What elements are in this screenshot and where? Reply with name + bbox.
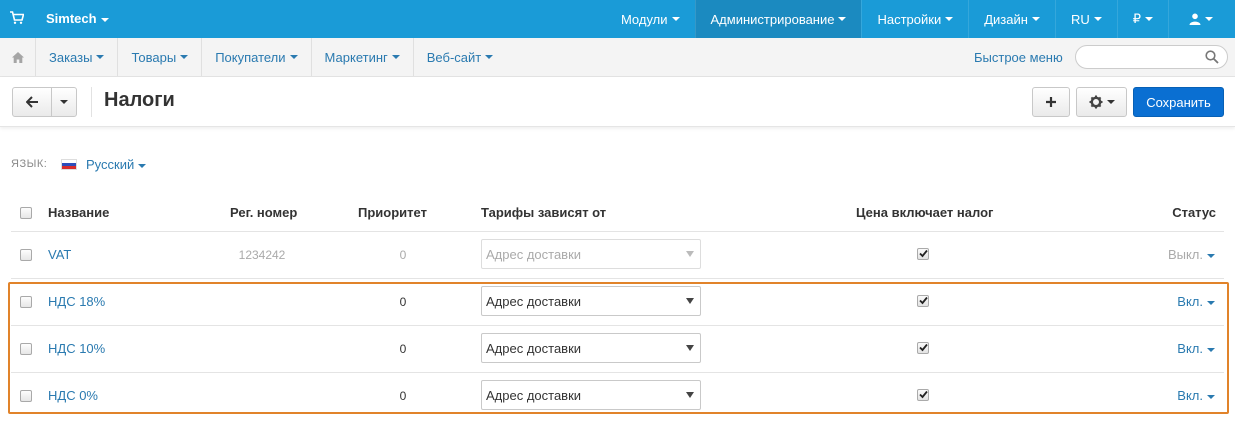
topnav-label: RU <box>1070 11 1090 27</box>
topnav-label: Модули <box>620 11 668 27</box>
topnav-label: Администрирование <box>710 11 835 27</box>
chevron-down-icon <box>1031 17 1040 21</box>
home-button[interactable] <box>0 38 36 76</box>
price-includes-tax-checkbox[interactable] <box>917 248 929 260</box>
quick-menu-link[interactable]: Быстрое меню <box>974 50 1063 65</box>
arrow-left-icon <box>25 96 38 108</box>
select-all-checkbox[interactable] <box>20 207 32 219</box>
user-icon <box>1189 13 1201 25</box>
chevron-down-icon <box>60 100 68 104</box>
chevron-down-icon <box>1205 17 1213 21</box>
chevron-down-icon <box>100 17 109 22</box>
gear-icon <box>1089 95 1102 109</box>
topnav-design[interactable]: Дизайн <box>968 0 1055 38</box>
chevron-down-icon <box>671 17 680 21</box>
language-selector[interactable]: Русский <box>86 157 147 172</box>
topnav-label: ₽ <box>1132 11 1141 26</box>
reg-number-value: 1234242 <box>238 248 286 262</box>
select-arrow-icon <box>686 251 694 257</box>
chevron-down-icon <box>838 17 847 21</box>
store-name: Simtech <box>46 11 97 26</box>
secondary-bar: Заказы Товары Покупатели Маркетинг Веб-с… <box>0 38 1235 77</box>
secondary-nav: Заказы Товары Покупатели Маркетинг Веб-с… <box>36 38 506 76</box>
russian-flag-icon <box>61 159 77 170</box>
save-button[interactable]: Сохранить <box>1133 87 1224 117</box>
nav-label: Маркетинг <box>324 49 388 65</box>
col-header-reg-number: Рег. номер <box>230 205 298 220</box>
status-value: Выкл. <box>1167 247 1203 262</box>
topnav-modules[interactable]: Модули <box>606 0 695 38</box>
highlight-frame <box>8 282 1229 414</box>
chevron-down-icon <box>1207 253 1215 258</box>
nav-label: Веб-сайт <box>426 49 482 65</box>
settings-button[interactable] <box>1076 87 1127 117</box>
nav-website[interactable]: Веб-сайт <box>414 38 506 76</box>
col-header-price-includes-tax: Цена включает налог <box>856 205 994 220</box>
table-divider <box>11 231 1224 232</box>
status-dropdown[interactable]: Выкл. <box>1168 247 1215 262</box>
chevron-down-icon <box>180 55 189 59</box>
topnav-administration[interactable]: Администрирование <box>694 0 862 38</box>
back-dropdown-button[interactable] <box>51 87 77 117</box>
topnav-settings[interactable]: Настройки <box>861 0 968 38</box>
language-value: Русский <box>86 157 135 172</box>
top-nav: Модули Администрирование Настройки Дизай… <box>606 0 1235 38</box>
topnav-user[interactable] <box>1168 0 1235 38</box>
select-value: Адрес доставки <box>486 247 582 262</box>
top-bar: Simtech Модули Администрирование Настрой… <box>0 0 1235 38</box>
nav-label: Покупатели <box>215 49 286 65</box>
table-divider <box>11 278 1224 279</box>
add-button[interactable] <box>1032 87 1070 117</box>
col-header-status: Статус <box>1172 205 1216 220</box>
back-button[interactable] <box>12 87 52 117</box>
rates-depend-select: Адрес доставки <box>481 239 701 269</box>
search-icon <box>1205 50 1219 64</box>
home-icon <box>11 51 24 63</box>
topnav-language[interactable]: RU <box>1054 0 1117 38</box>
col-header-name: Название <box>48 205 110 220</box>
nav-products[interactable]: Товары <box>118 38 203 76</box>
cart-icon[interactable] <box>10 11 24 25</box>
chevron-down-icon <box>945 17 954 21</box>
language-label: ЯЗЫК: <box>11 158 48 170</box>
toolbar-divider <box>91 87 92 117</box>
chevron-down-icon <box>289 55 298 59</box>
topnav-currency[interactable]: ₽ <box>1116 0 1168 38</box>
page-toolbar: Налоги Сохранить <box>0 77 1235 127</box>
nav-orders[interactable]: Заказы <box>36 38 119 76</box>
topnav-label: Дизайн <box>984 11 1028 27</box>
plus-icon <box>1046 97 1056 107</box>
nav-label: Заказы <box>49 49 93 65</box>
priority-value: 0 <box>399 248 407 262</box>
nav-label: Товары <box>131 49 177 65</box>
nav-customers[interactable]: Покупатели <box>202 38 312 76</box>
store-switcher[interactable]: Simtech <box>46 11 109 26</box>
col-header-priority: Приоритет <box>358 205 427 220</box>
chevron-down-icon <box>485 55 494 59</box>
tax-name-link[interactable]: VAT <box>48 247 71 262</box>
row-checkbox[interactable] <box>20 249 32 261</box>
chevron-down-icon <box>1106 100 1115 104</box>
nav-marketing[interactable]: Маркетинг <box>312 38 414 76</box>
topnav-label: Настройки <box>877 11 942 27</box>
chevron-down-icon <box>391 55 400 59</box>
chevron-down-icon <box>96 55 105 59</box>
chevron-down-icon <box>1093 17 1102 21</box>
chevron-down-icon <box>1145 17 1153 21</box>
chevron-down-icon <box>138 163 147 168</box>
search-input[interactable] <box>1075 45 1228 69</box>
col-header-rates-depend: Тарифы зависят от <box>481 205 607 220</box>
page-title: Налоги <box>104 89 175 111</box>
checkmark-icon <box>919 249 928 258</box>
